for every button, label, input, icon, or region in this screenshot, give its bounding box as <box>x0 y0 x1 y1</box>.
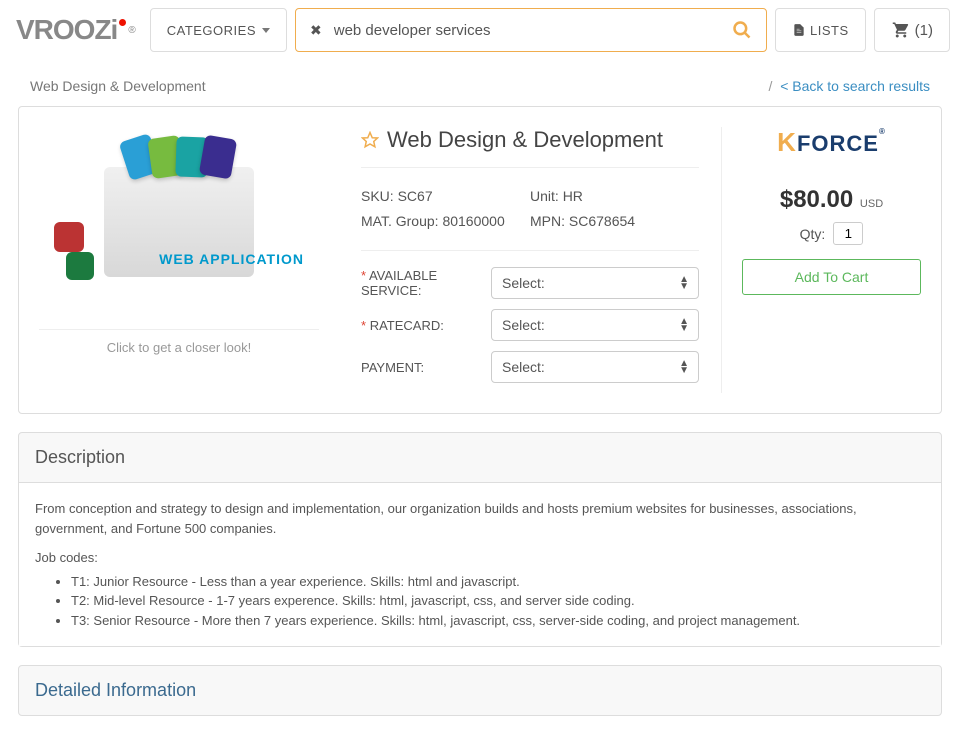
product-image[interactable]: WEB APPLICATION <box>39 127 319 317</box>
logo[interactable]: VROOZi ® <box>10 11 142 49</box>
cart-icon <box>891 21 911 39</box>
qty-label: Qty: <box>800 226 826 242</box>
meta-col-right: Unit: HR MPN: SC678654 <box>530 184 699 234</box>
add-to-cart-button[interactable]: Add To Cart <box>742 259 921 295</box>
price-currency: USD <box>860 198 883 210</box>
product-title-row: Web Design & Development <box>361 127 699 168</box>
description-intro: From conception and strategy to design a… <box>35 499 925 538</box>
breadcrumb-row: Web Design & Development / < Back to sea… <box>0 60 960 106</box>
document-icon <box>792 22 806 38</box>
mpn-value: SC678654 <box>569 213 635 229</box>
breadcrumb: Web Design & Development <box>30 78 206 94</box>
header: VROOZi ® CATEGORIES ✖ LISTS (1) <box>0 0 960 60</box>
available-service-select-wrap: Select: ▲▼ <box>491 267 699 299</box>
list-item: T1: Junior Resource - Less than a year e… <box>71 572 925 592</box>
product-card: WEB APPLICATION Click to get a closer lo… <box>18 106 942 414</box>
sku-label: SKU: <box>361 188 394 204</box>
categories-label: CATEGORIES <box>167 23 256 38</box>
meta-col-left: SKU: SC67 MAT. Group: 80160000 <box>361 184 530 234</box>
app-box-graphic: WEB APPLICATION <box>104 167 254 277</box>
back-to-results-link[interactable]: < Back to search results <box>780 78 930 94</box>
option-row-ratecard: * RATECARD: Select: ▲▼ <box>361 309 699 341</box>
available-service-select[interactable]: Select: <box>491 267 699 299</box>
categories-dropdown[interactable]: CATEGORIES <box>150 8 287 52</box>
product-meta: SKU: SC67 MAT. Group: 80160000 Unit: HR … <box>361 168 699 251</box>
payment-select[interactable]: Select: <box>491 351 699 383</box>
price-value: $80.00 <box>780 186 853 213</box>
detail-column: Web Design & Development SKU: SC67 MAT. … <box>349 127 711 393</box>
registered-icon: ® <box>128 25 135 36</box>
qty-input[interactable] <box>833 222 863 245</box>
matgroup-label: MAT. Group: <box>361 213 439 229</box>
detailed-info-heading[interactable]: Detailed Information <box>19 666 941 715</box>
cart-button[interactable]: (1) <box>874 8 950 52</box>
tile-icon <box>54 222 84 252</box>
available-service-label: * AVAILABLE SERVICE: <box>361 268 491 298</box>
detailed-info-card: Detailed Information <box>18 665 942 716</box>
lists-button[interactable]: LISTS <box>775 8 866 52</box>
list-item: T2: Mid-level Resource - 1-7 years exper… <box>71 591 925 611</box>
description-heading: Description <box>19 433 941 483</box>
options-block: * AVAILABLE SERVICE: Select: ▲▼ * RATECA… <box>361 251 699 383</box>
image-overlay-text: WEB APPLICATION <box>159 251 304 267</box>
unit-value: HR <box>563 188 583 204</box>
logo-text: VROOZi <box>16 14 117 46</box>
search-input[interactable] <box>334 22 732 39</box>
logo-dot-icon <box>119 19 126 26</box>
description-card: Description From conception and strategy… <box>18 432 942 647</box>
tile-icon <box>199 135 237 180</box>
product-row: WEB APPLICATION Click to get a closer lo… <box>39 127 921 393</box>
option-row-payment: PAYMENT: Select: ▲▼ <box>361 351 699 383</box>
tile-icon <box>66 252 94 280</box>
list-item: T3: Senior Resource - More then 7 years … <box>71 611 925 631</box>
ratecard-select[interactable]: Select: <box>491 309 699 341</box>
payment-select-wrap: Select: ▲▼ <box>491 351 699 383</box>
vendor-logo: KFORCE® <box>742 127 921 174</box>
favorite-star-icon[interactable] <box>361 131 379 149</box>
qty-row: Qty: <box>742 222 921 245</box>
image-caption: Click to get a closer look! <box>39 329 319 355</box>
search-icon[interactable] <box>732 20 752 40</box>
jobcodes-label: Job codes: <box>35 548 925 568</box>
price: $80.00 USD <box>742 186 921 214</box>
ratecard-select-wrap: Select: ▲▼ <box>491 309 699 341</box>
caret-down-icon <box>262 28 270 33</box>
app-icons-graphic <box>127 137 231 177</box>
breadcrumb-right: / < Back to search results <box>769 78 930 94</box>
product-title: Web Design & Development <box>387 127 663 153</box>
image-column: WEB APPLICATION Click to get a closer lo… <box>39 127 339 393</box>
clear-search-icon[interactable]: ✖ <box>310 22 322 39</box>
jobcodes-list: T1: Junior Resource - Less than a year e… <box>71 572 925 631</box>
unit-label: Unit: <box>530 188 559 204</box>
option-row-available-service: * AVAILABLE SERVICE: Select: ▲▼ <box>361 267 699 299</box>
search-box: ✖ <box>295 8 767 52</box>
lists-label: LISTS <box>810 23 849 38</box>
buy-column: KFORCE® $80.00 USD Qty: Add To Cart <box>721 127 921 393</box>
matgroup-value: 80160000 <box>442 213 504 229</box>
breadcrumb-separator: / <box>769 78 773 94</box>
payment-label: PAYMENT: <box>361 360 491 375</box>
cart-count: (1) <box>915 22 933 39</box>
mpn-label: MPN: <box>530 213 565 229</box>
description-body: From conception and strategy to design a… <box>19 483 941 646</box>
sku-value: SC67 <box>398 188 433 204</box>
ratecard-label: * RATECARD: <box>361 318 491 333</box>
